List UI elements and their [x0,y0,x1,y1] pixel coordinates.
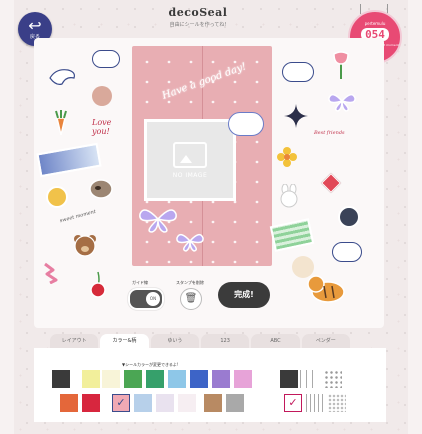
tab-layout[interactable]: レイアウト [50,334,99,348]
logo-subtitle: 自由にシールを作ってね! [169,22,227,28]
swatch-cream[interactable] [102,370,120,388]
left-margin [0,0,14,434]
swatch-pale-pink[interactable] [178,394,196,412]
back-arrow-icon: ↩ [28,16,42,35]
cloud-sticker[interactable] [92,50,120,68]
pattern-fine-dots[interactable] [328,394,346,412]
guide-line-toggle[interactable]: ON [128,288,164,310]
swatch-black[interactable] [52,370,70,388]
photo-placeholder-text: NO IMAGE [172,171,208,179]
swatch-brown[interactable] [204,394,222,412]
palette-note: ▼シールカラーが変更できるよ! [122,362,179,367]
bunny-sticker[interactable] [278,183,300,208]
canvas-cloud-sticker[interactable] [228,112,264,136]
sloth-sticker[interactable] [88,176,114,202]
swatch-gray[interactable] [226,394,244,412]
pattern-fine-grid[interactable] [306,394,324,412]
guide-line-label: ガイド線 [132,280,148,285]
image-placeholder-icon [173,141,207,168]
trash-icon[interactable]: 🗑 [180,288,202,310]
wing-sticker[interactable] [48,66,78,88]
toggle-knob: ON [146,292,160,306]
best-friends-sticker[interactable]: Best friends [314,130,354,160]
cherry-sticker[interactable] [88,270,108,298]
done-button[interactable]: 完成! [218,282,270,308]
carrot-sticker[interactable] [52,110,70,136]
tab-letters[interactable]: ABC [251,334,300,348]
sticker-canvas[interactable]: Have a good day! NO IMAGE [132,46,272,266]
canvas-butterfly-small[interactable] [176,230,204,252]
tab-pen[interactable]: ペンダー [301,334,350,348]
swatch-light-blue[interactable] [168,370,186,388]
right-cloud-sticker[interactable] [282,62,314,82]
app-logo: decoSeal 自由にシールを作ってね! [148,6,248,42]
tiger-sticker[interactable] [306,272,346,304]
speech-bubble-sticker[interactable] [332,242,362,262]
pattern-selected[interactable]: ✓ [284,394,302,412]
swatch-red[interactable] [82,394,100,412]
swatch-blue[interactable] [190,370,208,388]
bear-sticker[interactable] [72,232,98,258]
love-you-sticker[interactable]: Love you! [92,118,126,138]
category-tabs: レイアウト カラー&柄 ゆいう 123 ABC ペンダー [50,334,350,348]
canvas-butterfly-large[interactable] [138,204,178,234]
tab-numbers[interactable]: 123 [200,334,250,348]
purple-butterfly-sticker[interactable] [328,90,356,112]
swatch-purple[interactable] [212,370,230,388]
delete-stamp-label: スタンプを削除 [176,280,204,285]
color-palette: ▼シールカラーが変更できるよ! ✓ ✓ [34,348,386,422]
navy-circle-sticker[interactable] [338,206,360,228]
yellow-circle-sticker[interactable] [46,186,68,208]
pattern-grid[interactable] [300,370,318,388]
sparkle-sticker[interactable] [284,104,308,128]
right-margin [408,0,422,434]
canvas-controls: ガイド線 ON スタンプを削除 🗑 完成! [128,278,298,310]
swatch-orange[interactable] [60,394,78,412]
pink-squiggle-sticker[interactable] [42,260,70,285]
flower-sticker[interactable] [276,146,298,168]
swatch-yellow[interactable] [82,370,100,388]
swatch-pale-lavender[interactable] [156,394,174,412]
pattern-black[interactable] [280,370,298,388]
photo-frame[interactable]: NO IMAGE [144,119,236,201]
logo-name: decoSeal [168,6,228,19]
beige-circle-sticker[interactable] [92,86,112,106]
swatch-pink-lilac[interactable] [234,370,252,388]
swatch-teal-green[interactable] [146,370,164,388]
pattern-dots[interactable] [324,370,342,388]
badge-top-text: pertemulu [364,21,386,26]
tab-stickers[interactable]: ゆいう [150,334,199,348]
tab-color-pattern[interactable]: カラー&柄 [100,334,149,348]
tulip-sticker[interactable] [330,50,352,80]
swatch-pale-blue[interactable] [134,394,152,412]
swatch-pink-selected[interactable]: ✓ [112,394,130,412]
swatch-green[interactable] [124,370,142,388]
